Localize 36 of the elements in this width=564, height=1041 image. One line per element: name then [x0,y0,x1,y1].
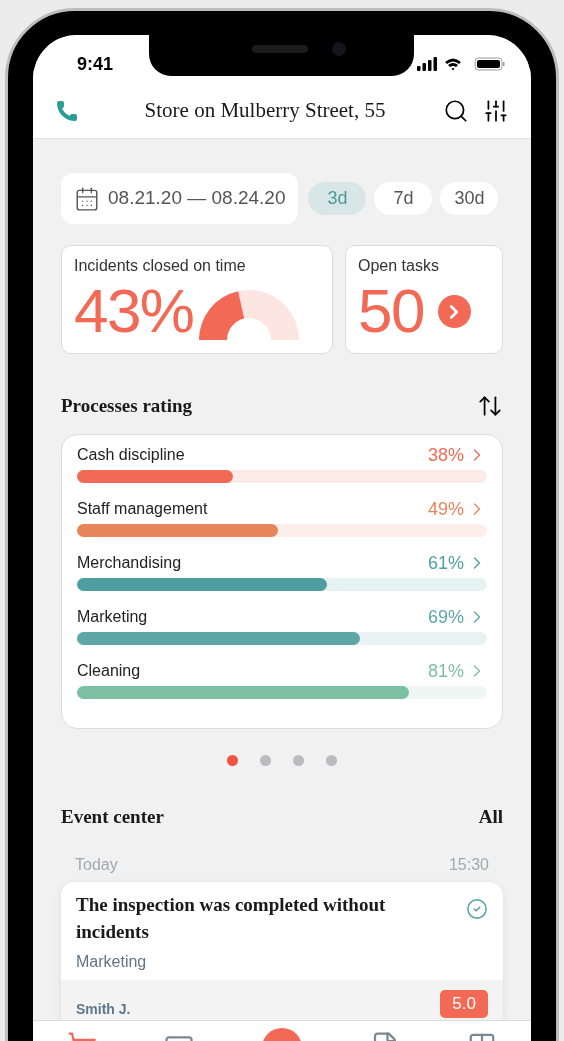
kpi-value: 50 [358,280,424,342]
process-name: Marketing [77,606,148,627]
process-percent: 61% [427,552,464,573]
status-time: 9:41 [77,52,114,76]
kpi-title: Open tasks [358,256,440,276]
filter-icon[interactable] [483,98,509,124]
open-tasks-button[interactable] [437,295,471,328]
kpi-title: Incidents closed on time [74,256,247,276]
process-percent: 81% [427,660,464,681]
section-title: Event center [61,804,164,829]
phone-icon[interactable] [55,99,79,123]
event-card[interactable]: The inspection was completed without incidents Marketing Smith J. 5.0 [61,882,503,1020]
process-percent: 38% [427,444,464,465]
search-icon[interactable] [443,98,469,124]
process-percent: 69% [427,606,464,627]
period-tab[interactable]: 7d [374,182,433,215]
process-name: Cash discipline [77,444,185,465]
process-name: Merchandising [77,552,182,573]
speaker-grille [252,45,308,53]
calendar-icon [74,185,100,212]
event-category: Marketing [76,952,148,972]
store-title: Store on Mulberry Street, 55 [143,97,387,125]
all-link[interactable]: All [478,802,503,831]
event-date: Today [75,855,118,875]
event-title: The inspection was completed without incidents [76,893,387,944]
camera-icon [332,42,346,56]
event-time: 15:30 [448,855,489,875]
period-tab[interactable]: 30d [440,182,499,215]
event-author: Smith J. [76,999,131,1018]
process-name: Cleaning [77,660,141,681]
score-badge: 5.0 [440,990,488,1018]
section-title: Processes rating [61,394,193,418]
date-range-button[interactable]: 08.21.20 — 08.24.20 [61,173,299,224]
process-name: Staff management [77,498,208,519]
process-percent: 49% [427,498,464,519]
kpi-value: 43% [74,280,194,342]
